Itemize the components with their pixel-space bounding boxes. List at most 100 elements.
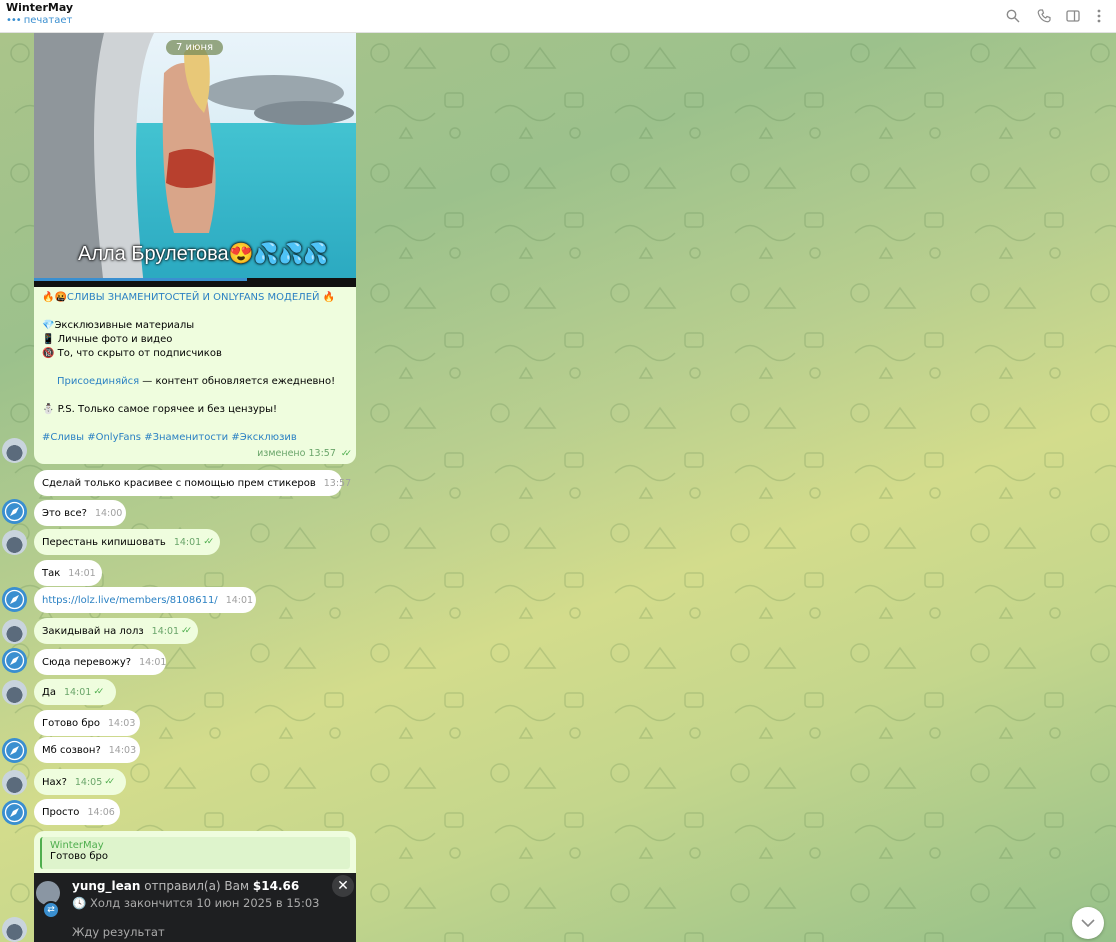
reply-quote[interactable]: WinterMay Готово бро xyxy=(40,837,350,869)
caption-join-line: Присоединяйся — контент обновляется ежед… xyxy=(42,375,348,389)
video-message[interactable]: 7 июня Алла Брулетова😍💦💦💦 xyxy=(34,33,356,287)
avatar[interactable] xyxy=(2,800,27,825)
avatar[interactable] xyxy=(2,438,27,463)
payment-amount: $14.66 xyxy=(252,879,300,893)
message-incoming[interactable]: Это все? 14:00 xyxy=(34,500,126,526)
sidebar-toggle-icon[interactable] xyxy=(1063,6,1083,26)
payment-sender[interactable]: yung_lean xyxy=(72,879,140,893)
message-incoming[interactable]: Мб созвон? 14:03 xyxy=(34,737,140,763)
quote-text: Готово бро xyxy=(50,851,108,862)
video-progress-fill xyxy=(34,278,247,281)
message-time: 14:01 xyxy=(139,656,167,668)
caption-item: 💎Эксклюзивные материалы xyxy=(42,320,195,331)
message-incoming[interactable]: Готово бро 14:03 xyxy=(34,710,140,736)
typing-status: ••• печатает xyxy=(6,15,72,26)
message-time: 14:06 xyxy=(87,806,115,818)
message-time: 14:03 xyxy=(107,717,136,729)
avatar[interactable] xyxy=(2,738,27,763)
avatar[interactable] xyxy=(2,587,27,612)
message-outgoing[interactable]: Да 14:01 ✓✓ xyxy=(34,679,116,705)
message-text: Так xyxy=(42,567,61,579)
message-incoming[interactable]: https://lolz.live/members/8108611/14:01 xyxy=(34,587,256,613)
video-progress-bar[interactable] xyxy=(34,278,356,287)
message-time: 14:01 xyxy=(225,594,254,606)
chat-area[interactable]: 7 июня Алла Брулетова😍💦💦💦 🔥🤬СЛИВЫ ЗНАМЕН… xyxy=(0,33,1116,942)
chat-title[interactable]: WinterMay xyxy=(6,1,73,14)
message-text: Закидывай на лолз xyxy=(42,625,144,637)
compass-icon xyxy=(4,589,25,610)
message-incoming[interactable]: Просто 14:06 xyxy=(34,799,120,825)
scroll-down-button[interactable] xyxy=(1072,907,1104,939)
payment-note: Жду результат xyxy=(72,925,165,939)
avatar[interactable] xyxy=(2,917,27,942)
payment-action: отправил(а) Вам xyxy=(140,879,253,893)
message-outgoing[interactable]: Нах? 14:05 ✓✓ xyxy=(34,769,126,795)
message-text: Готово бро xyxy=(42,717,100,729)
read-check-icon: ✓✓ xyxy=(104,777,115,787)
payment-hold-text: Холд закончится 10 июн 2025 в 15:03 xyxy=(89,896,320,910)
video-caption-overlay: Алла Брулетова😍💦💦💦 xyxy=(78,243,329,265)
read-check-icon: ✓✓ xyxy=(203,537,214,547)
message-text: Сделай только красивее с помощью прем ст… xyxy=(42,477,316,489)
compass-icon xyxy=(4,650,25,671)
message-text: Это все? xyxy=(42,507,87,519)
payment-notification[interactable]: ⇄ yung_lean отправил(а) Вам $14.66 🕓 Хол… xyxy=(34,873,356,942)
transfer-icon: ⇄ xyxy=(42,901,60,919)
message-text: Да xyxy=(42,686,56,698)
clock-icon: 🕓 xyxy=(72,896,87,910)
close-icon[interactable]: ✕ xyxy=(332,875,354,897)
date-badge: 7 июня xyxy=(166,40,224,55)
caption-heading: 🔥🤬СЛИВЫ ЗНАМЕНИТОСТЕЙ И ONLYFANS МОДЕЛЕЙ… xyxy=(42,291,348,305)
message-text: Нах? xyxy=(42,776,67,788)
message-outgoing[interactable]: Закидывай на лолз 14:01 ✓✓ xyxy=(34,618,198,644)
message-time: 14:01 xyxy=(151,625,180,637)
read-check-icon: ✓✓ xyxy=(340,449,352,459)
phone-icon[interactable] xyxy=(1034,6,1054,26)
reply-message[interactable]: WinterMay Готово бро xyxy=(34,831,356,873)
search-icon[interactable] xyxy=(1003,6,1023,26)
message-time: 14:01 xyxy=(63,686,92,698)
quote-author: WinterMay xyxy=(50,840,104,851)
payment-summary: yung_lean отправил(а) Вам $14.66 xyxy=(72,879,299,893)
read-check-icon: ✓✓ xyxy=(93,687,104,697)
message-text: Сюда перевожу? xyxy=(42,656,132,668)
caption-ps: ⛄ P.S. Только самое горячее и без цензур… xyxy=(42,404,278,415)
avatar[interactable] xyxy=(2,770,27,795)
message-time: 14:01 xyxy=(173,536,202,548)
message-time: 14:01 xyxy=(68,567,96,579)
caption-heading-text[interactable]: 🔥🤬СЛИВЫ ЗНАМЕНИТОСТЕЙ И ONLYFANS МОДЕЛЕЙ… xyxy=(42,292,335,303)
message-outgoing[interactable]: Перестань кипишовать 14:01 ✓✓ xyxy=(34,529,220,555)
message-incoming[interactable]: Так 14:01 xyxy=(34,560,102,586)
message-time: 14:00 xyxy=(94,507,123,519)
message-incoming[interactable]: Сюда перевожу? 14:01 xyxy=(34,649,166,675)
compass-icon xyxy=(4,740,25,761)
payment-hold: 🕓 Холд закончится 10 июн 2025 в 15:03 xyxy=(72,896,320,910)
chevron-down-icon xyxy=(1081,919,1095,927)
caption-hashtags[interactable]: #Сливы #OnlyFans #Знаменитости #Эксклюзи… xyxy=(42,431,348,445)
message-text: Перестань кипишовать xyxy=(42,536,166,548)
message-meta: изменено 13:57 ✓✓ xyxy=(257,447,352,461)
join-link[interactable]: Присоединяйся xyxy=(57,376,139,387)
typing-dots-icon: ••• xyxy=(6,15,22,26)
compass-icon xyxy=(4,501,25,522)
more-icon[interactable] xyxy=(1089,6,1109,26)
read-check-icon: ✓✓ xyxy=(181,626,192,636)
chat-header: WinterMay ••• печатает xyxy=(0,0,1116,33)
caption-item: 📱 Личные фото и видео xyxy=(42,334,173,345)
message-time: 13:57 xyxy=(308,448,336,459)
message-text: Мб созвон? xyxy=(42,744,101,756)
compass-icon xyxy=(4,802,25,823)
message-incoming[interactable]: Сделай только красивее с помощью прем ст… xyxy=(34,470,351,496)
avatar[interactable] xyxy=(2,499,27,524)
message-time: 14:05 xyxy=(74,776,103,788)
avatar[interactable] xyxy=(2,530,27,555)
avatar[interactable] xyxy=(2,619,27,644)
edited-label: изменено xyxy=(257,448,306,459)
message-time: 14:03 xyxy=(108,744,137,756)
message-link[interactable]: https://lolz.live/members/8108611/ xyxy=(42,595,218,606)
typing-status-text: печатает xyxy=(23,15,73,26)
join-rest-text: — контент обновляется ежедневно! xyxy=(139,376,336,387)
avatar[interactable] xyxy=(2,648,27,673)
caption-item: 🔞 То, что скрыто от подписчиков xyxy=(42,348,222,359)
avatar[interactable] xyxy=(2,680,27,705)
